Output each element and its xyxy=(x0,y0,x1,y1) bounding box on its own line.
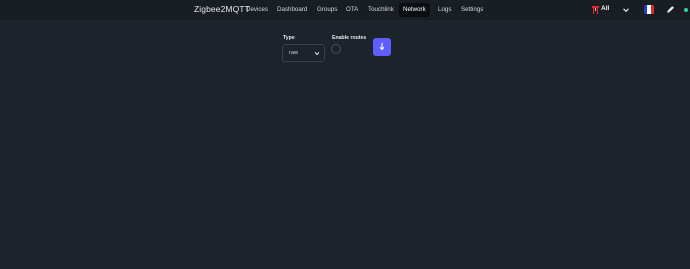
nav-touchlink[interactable]: Touchlink xyxy=(365,3,397,17)
type-label: Type xyxy=(283,35,295,41)
french-flag-icon[interactable] xyxy=(644,5,654,14)
nav-dashboard[interactable]: Dashboard xyxy=(274,3,310,17)
chevron-down-icon xyxy=(314,51,320,56)
nav-ota[interactable]: OTA xyxy=(343,3,361,17)
chevron-down-icon xyxy=(623,8,629,13)
brand-title[interactable]: Zigbee2MQTT xyxy=(194,4,250,14)
status-indicator xyxy=(684,8,688,12)
nav-devices[interactable]: Devices xyxy=(243,3,271,17)
nav-network[interactable]: Network xyxy=(399,3,430,17)
enable-routes-checkbox[interactable] xyxy=(331,44,341,54)
navbar: Zigbee2MQTT Devices Dashboard Groups OTA… xyxy=(0,0,690,20)
coordinator-select[interactable]: All xyxy=(589,3,634,17)
download-icon xyxy=(379,43,385,51)
nav-logs[interactable]: Logs xyxy=(435,3,454,17)
type-select-value: raw xyxy=(289,50,299,56)
download-button[interactable] xyxy=(373,38,391,56)
enable-routes-label: Enable routes xyxy=(332,35,367,41)
flag-stripe-red xyxy=(650,5,654,14)
nav-settings[interactable]: Settings xyxy=(458,3,486,17)
type-select[interactable]: raw xyxy=(282,44,325,62)
coordinator-select-value: All xyxy=(601,5,610,12)
router-icon xyxy=(592,6,599,14)
pencil-icon[interactable] xyxy=(666,5,675,14)
nav-groups[interactable]: Groups xyxy=(314,3,340,17)
